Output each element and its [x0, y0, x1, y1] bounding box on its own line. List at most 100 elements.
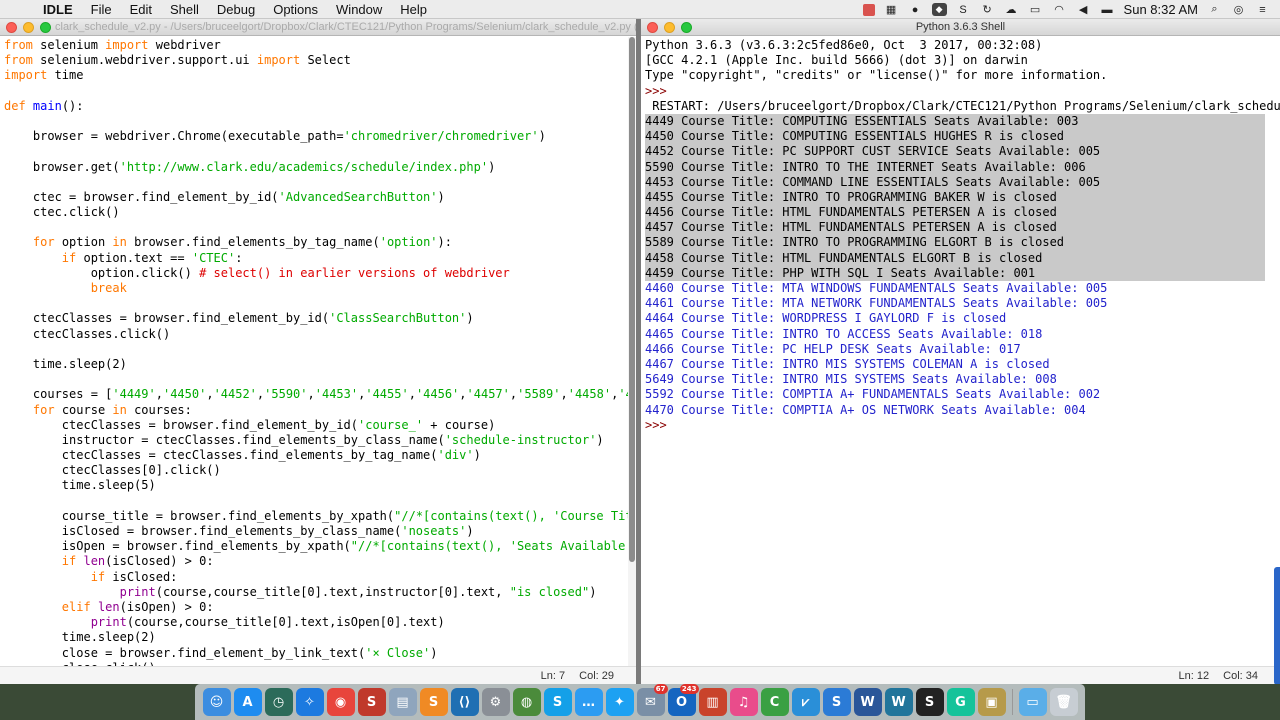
sublime-text-icon[interactable]: S — [419, 688, 448, 716]
editor-scroll-thumb[interactable] — [629, 37, 635, 562]
shell-line[interactable]: Type "copyright", "credits" or "license(… — [645, 68, 1280, 83]
sonos-icon[interactable]: S — [915, 688, 944, 716]
code-line[interactable]: time.sleep(2) — [4, 630, 636, 645]
shell-line[interactable]: 4450 Course Title: COMPUTING ESSENTIALS … — [645, 129, 1265, 145]
code-line[interactable]: course_title = browser.find_elements_by_… — [4, 509, 636, 524]
clock[interactable]: Sun 8:32 AM — [1124, 2, 1198, 17]
battery-icon[interactable]: ▬ — [1100, 3, 1115, 16]
code-line[interactable]: if len(isClosed) > 0: — [4, 554, 636, 569]
camtasia-icon[interactable]: C — [760, 688, 789, 716]
code-line[interactable]: elif len(isOpen) > 0: — [4, 600, 636, 615]
shell-line[interactable]: 5590 Course Title: INTRO TO THE INTERNET… — [645, 159, 1265, 175]
finder-icon[interactable]: ☺ — [202, 688, 231, 716]
shell-line[interactable]: 5649 Course Title: INTRO MIS SYSTEMS Sea… — [645, 372, 1280, 387]
shell-line[interactable]: RESTART: /Users/bruceelgort/Dropbox/Clar… — [645, 99, 1280, 114]
code-line[interactable]: import time — [4, 68, 636, 83]
code-line[interactable]: close = browser.find_element_by_link_tex… — [4, 646, 636, 661]
shell-line[interactable]: 4464 Course Title: WORDPRESS I GAYLORD F… — [645, 311, 1280, 326]
twitter-icon[interactable]: ✦ — [605, 688, 634, 716]
code-line[interactable]: from selenium.webdriver.support.ui impor… — [4, 53, 636, 68]
shell-line[interactable]: 4453 Course Title: COMMAND LINE ESSENTIA… — [645, 174, 1265, 190]
shell-line[interactable]: 5592 Course Title: COMPTIA A+ FUNDAMENTA… — [645, 387, 1280, 402]
code-line[interactable]: print(course,course_title[0].text,instru… — [4, 585, 636, 600]
dropbox-icon[interactable]: ◆ — [931, 3, 947, 16]
shell-line[interactable]: 4461 Course Title: MTA NETWORK FUNDAMENT… — [645, 296, 1280, 311]
shell-line[interactable]: 4467 Course Title: INTRO MIS SYSTEMS COL… — [645, 357, 1280, 372]
code-line[interactable]: browser.get('http://www.clark.edu/academ… — [4, 160, 636, 175]
cloud-icon[interactable]: ☁ — [1004, 3, 1019, 16]
siri-icon[interactable]: ◎ — [1231, 3, 1246, 16]
code-line[interactable] — [4, 296, 636, 311]
shell-scroll-indicator[interactable] — [1274, 567, 1280, 684]
keynote-icon[interactable]: ⩗ — [791, 688, 820, 716]
shell-line[interactable]: >>> — [645, 418, 1280, 433]
shell-line[interactable]: 4466 Course Title: PC HELP DESK Seats Av… — [645, 342, 1280, 357]
minimize-button[interactable] — [664, 22, 675, 33]
code-line[interactable] — [4, 84, 636, 99]
code-line[interactable]: ctecClasses = browser.find_element_by_id… — [4, 311, 636, 326]
code-line[interactable]: isOpen = browser.find_elements_by_xpath(… — [4, 539, 636, 554]
chrome-icon[interactable]: ◉ — [326, 688, 355, 716]
wifi-icon[interactable]: ◠ — [1052, 3, 1067, 16]
snagit-icon[interactable]: S — [822, 688, 851, 716]
shell-line[interactable]: 4460 Course Title: MTA WINDOWS FUNDAMENT… — [645, 281, 1280, 296]
shell-line[interactable]: 4449 Course Title: COMPUTING ESSENTIALS … — [645, 113, 1265, 130]
safari-icon[interactable]: ✧ — [295, 688, 324, 716]
sync-icon[interactable]: ↻ — [980, 3, 995, 16]
code-line[interactable]: browser = webdriver.Chrome(executable_pa… — [4, 129, 636, 144]
close-button[interactable] — [647, 22, 658, 33]
code-line[interactable] — [4, 144, 636, 159]
code-line[interactable]: instructor = ctecClasses.find_elements_b… — [4, 433, 636, 448]
code-line[interactable]: if option.text == 'CTEC': — [4, 251, 636, 266]
python-idle-icon[interactable]: ◍ — [512, 688, 541, 716]
code-line[interactable]: if isClosed: — [4, 570, 636, 585]
shell-line[interactable]: Python 3.6.3 (v3.6.3:2c5fed86e0, Oct 3 2… — [645, 38, 1280, 53]
code-line[interactable]: break — [4, 281, 636, 296]
shell-line[interactable]: 4456 Course Title: HTML FUNDAMENTALS PET… — [645, 205, 1265, 221]
code-line[interactable]: option.click() # select() in earlier ver… — [4, 266, 636, 281]
shell-line[interactable]: 4465 Course Title: INTRO TO ACCESS Seats… — [645, 327, 1280, 342]
editor-titlebar[interactable]: clark_schedule_v2.py - /Users/bruceelgor… — [0, 19, 636, 36]
code-line[interactable] — [4, 372, 636, 387]
zoom-button[interactable] — [681, 22, 692, 33]
code-line[interactable] — [4, 114, 636, 129]
shell-line[interactable]: 5589 Course Title: INTRO TO PROGRAMMING … — [645, 235, 1265, 251]
code-line[interactable]: courses = ['4449','4450','4452','5590','… — [4, 387, 636, 402]
word-icon[interactable]: W — [853, 688, 882, 716]
close-button[interactable] — [6, 22, 17, 33]
code-line[interactable]: isClosed = browser.find_elements_by_clas… — [4, 524, 636, 539]
code-line[interactable] — [4, 342, 636, 357]
code-line[interactable]: ctecClasses.click() — [4, 327, 636, 342]
code-line[interactable]: for course in courses: — [4, 403, 636, 418]
shell-line[interactable]: 4457 Course Title: HTML FUNDAMENTALS PET… — [645, 220, 1265, 236]
menu-debug[interactable]: Debug — [208, 2, 264, 17]
shell-line[interactable]: 4470 Course Title: COMPTIA A+ OS NETWORK… — [645, 403, 1280, 418]
editor-scrollbar[interactable] — [628, 37, 636, 666]
spotlight-search-icon[interactable]: ⌕ — [1207, 3, 1222, 16]
outlook-icon[interactable]: O 243 — [667, 684, 699, 716]
menu-idle[interactable]: IDLE — [34, 2, 82, 17]
menu-options[interactable]: Options — [264, 2, 327, 17]
volume-icon[interactable]: ◀ — [1076, 3, 1091, 16]
code-line[interactable]: time.sleep(2) — [4, 357, 636, 372]
code-editor[interactable]: from selenium import webdriver from selen… — [4, 38, 636, 676]
code-line[interactable]: ctecClasses = browser.find_element_by_id… — [4, 418, 636, 433]
shell-line[interactable]: >>> — [645, 84, 1280, 99]
code-line[interactable]: ctec = browser.find_element_by_id('Advan… — [4, 190, 636, 205]
grammarly-icon[interactable]: G — [946, 688, 975, 716]
powerpoint-icon[interactable]: ▥ — [698, 688, 727, 716]
scrivener-icon[interactable]: S — [357, 688, 386, 716]
code-line[interactable] — [4, 494, 636, 509]
code-line[interactable]: print(course,course_title[0].text,isOpen… — [4, 615, 636, 630]
skype-status-icon[interactable]: S — [956, 3, 971, 16]
code-line[interactable]: time.sleep(5) — [4, 478, 636, 493]
skype-icon[interactable]: S — [543, 688, 572, 716]
preview-icon[interactable]: ▤ — [388, 688, 417, 716]
recording-icon[interactable] — [862, 3, 875, 16]
itunes-icon[interactable]: ♫ — [729, 688, 758, 716]
notification-center-icon[interactable]: ≡ — [1255, 3, 1270, 16]
time-machine-icon[interactable]: ◷ — [264, 688, 293, 716]
shell-line[interactable]: 4459 Course Title: PHP WITH SQL I Seats … — [645, 265, 1265, 281]
shell-line[interactable]: 4458 Course Title: HTML FUNDAMENTALS ELG… — [645, 250, 1265, 266]
app-icon[interactable]: ▣ — [977, 688, 1006, 716]
